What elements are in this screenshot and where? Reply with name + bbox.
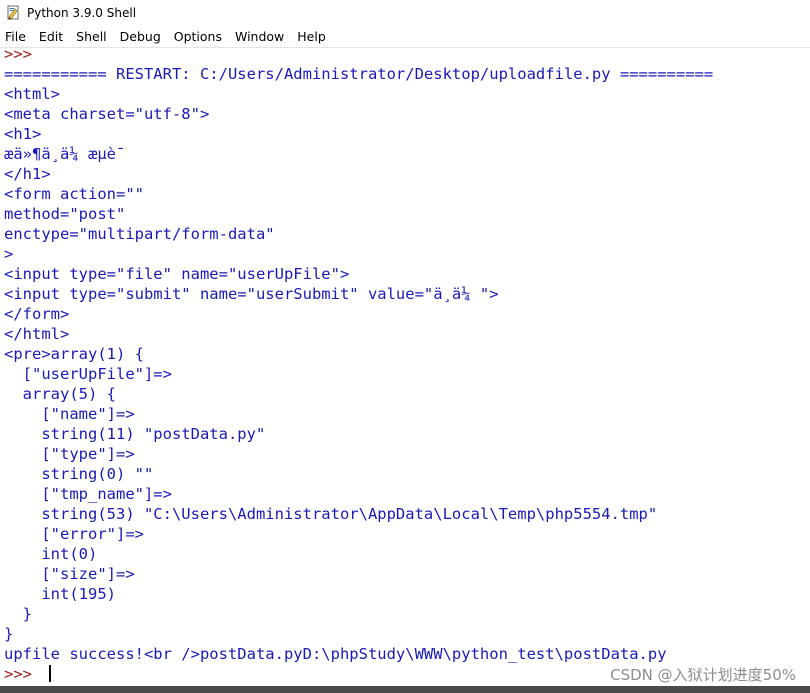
- shell-line-text: </html>: [4, 325, 70, 343]
- shell-line-text: ["userUpFile"]=>: [4, 365, 172, 383]
- shell-line-text: ["tmp_name"]=>: [4, 485, 172, 503]
- shell-output-line: >: [4, 244, 810, 264]
- shell-line-text: ["error"]=>: [4, 525, 144, 543]
- shell-output-line: method="post": [4, 204, 810, 224]
- shell-output-line: ["type"]=>: [4, 444, 810, 464]
- title-bar: Python 3.9.0 Shell: [0, 0, 810, 26]
- shell-output-line: =========== RESTART: C:/Users/Administra…: [4, 64, 810, 84]
- shell-line-text: upfile success!<br />postData.pyD:\phpSt…: [4, 645, 667, 663]
- shell-line-text: array(5) {: [4, 385, 116, 403]
- text-cursor: [49, 665, 52, 682]
- shell-line-text: ["size"]=>: [4, 565, 135, 583]
- shell-output-line: ["userUpFile"]=>: [4, 364, 810, 384]
- shell-line-text: string(11) "postData.py": [4, 425, 266, 443]
- shell-line-text: <pre>array(1) {: [4, 345, 144, 363]
- shell-output-line: upfile success!<br />postData.pyD:\phpSt…: [4, 644, 810, 664]
- shell-line-text: int(0): [4, 545, 98, 563]
- shell-output-line: ["error"]=>: [4, 524, 810, 544]
- shell-output-line: </html>: [4, 324, 810, 344]
- shell-line-text: }: [4, 625, 14, 643]
- shell-output-line: <input type="submit" name="userSubmit" v…: [4, 284, 810, 304]
- shell-output-line: ["name"]=>: [4, 404, 810, 424]
- shell-output-line: <h1>: [4, 124, 810, 144]
- shell-line-text: int(195): [4, 585, 116, 603]
- shell-line-text: >>>: [4, 665, 42, 683]
- shell-output-line: string(53) "C:\Users\Administrator\AppDa…: [4, 504, 810, 524]
- python-idle-icon: [6, 5, 22, 21]
- shell-line-text: >: [4, 245, 14, 263]
- shell-line-text: <h1>: [4, 125, 42, 143]
- shell-output-line: <input type="file" name="userUpFile">: [4, 264, 810, 284]
- shell-line-text: <meta charset="utf-8">: [4, 105, 210, 123]
- shell-output-line: int(195): [4, 584, 810, 604]
- shell-output-line: </h1>: [4, 164, 810, 184]
- shell-output-line: string(0) "": [4, 464, 810, 484]
- shell-output-line: <meta charset="utf-8">: [4, 104, 810, 124]
- shell-line-text: æä»¶ä¸ä¼ æµè¯: [4, 145, 126, 163]
- shell-line-text: string(53) "C:\Users\Administrator\AppDa…: [4, 505, 658, 523]
- shell-output-line: </form>: [4, 304, 810, 324]
- shell-output-line: int(0): [4, 544, 810, 564]
- watermark: CSDN @入狱计划进度50%: [610, 666, 796, 684]
- shell-output-line: enctype="multipart/form-data": [4, 224, 810, 244]
- shell-output-line: <pre>array(1) {: [4, 344, 810, 364]
- taskbar-edge: [0, 686, 810, 693]
- window-title: Python 3.9.0 Shell: [27, 6, 137, 20]
- shell-output-line: <html>: [4, 84, 810, 104]
- shell-output-line: array(5) {: [4, 384, 810, 404]
- shell-line-text: </h1>: [4, 165, 51, 183]
- shell-line-text: string(0) "": [4, 465, 154, 483]
- shell-line-text: }: [4, 605, 32, 623]
- shell-line-text: enctype="multipart/form-data": [4, 225, 275, 243]
- shell-line-text: ["type"]=>: [4, 445, 135, 463]
- shell-line-text: <input type="file" name="userUpFile">: [4, 265, 350, 283]
- shell-line-text: </form>: [4, 305, 70, 323]
- shell-output-line: ["size"]=>: [4, 564, 810, 584]
- shell-line-text: <html>: [4, 85, 60, 103]
- shell-line-text: <form action="": [4, 185, 144, 203]
- shell-line-text: =========== RESTART: C:/Users/Administra…: [4, 65, 714, 83]
- shell-output-line: ["tmp_name"]=>: [4, 484, 810, 504]
- shell-output-line: }: [4, 604, 810, 624]
- shell-line-text: <input type="submit" name="userSubmit" v…: [4, 285, 499, 303]
- shell-line-text: method="post": [4, 205, 126, 223]
- shell-output-line: <form action="": [4, 184, 810, 204]
- shell-line-text: ["name"]=>: [4, 405, 135, 423]
- shell-output-line: }: [4, 624, 810, 644]
- shell-prompt-line: >>>: [4, 44, 810, 64]
- shell-text-area[interactable]: >>> =========== RESTART: C:/Users/Adminis…: [0, 44, 810, 684]
- shell-line-text: >>>: [4, 45, 32, 63]
- shell-output-line: æä»¶ä¸ä¼ æµè¯: [4, 144, 810, 164]
- shell-output-line: string(11) "postData.py": [4, 424, 810, 444]
